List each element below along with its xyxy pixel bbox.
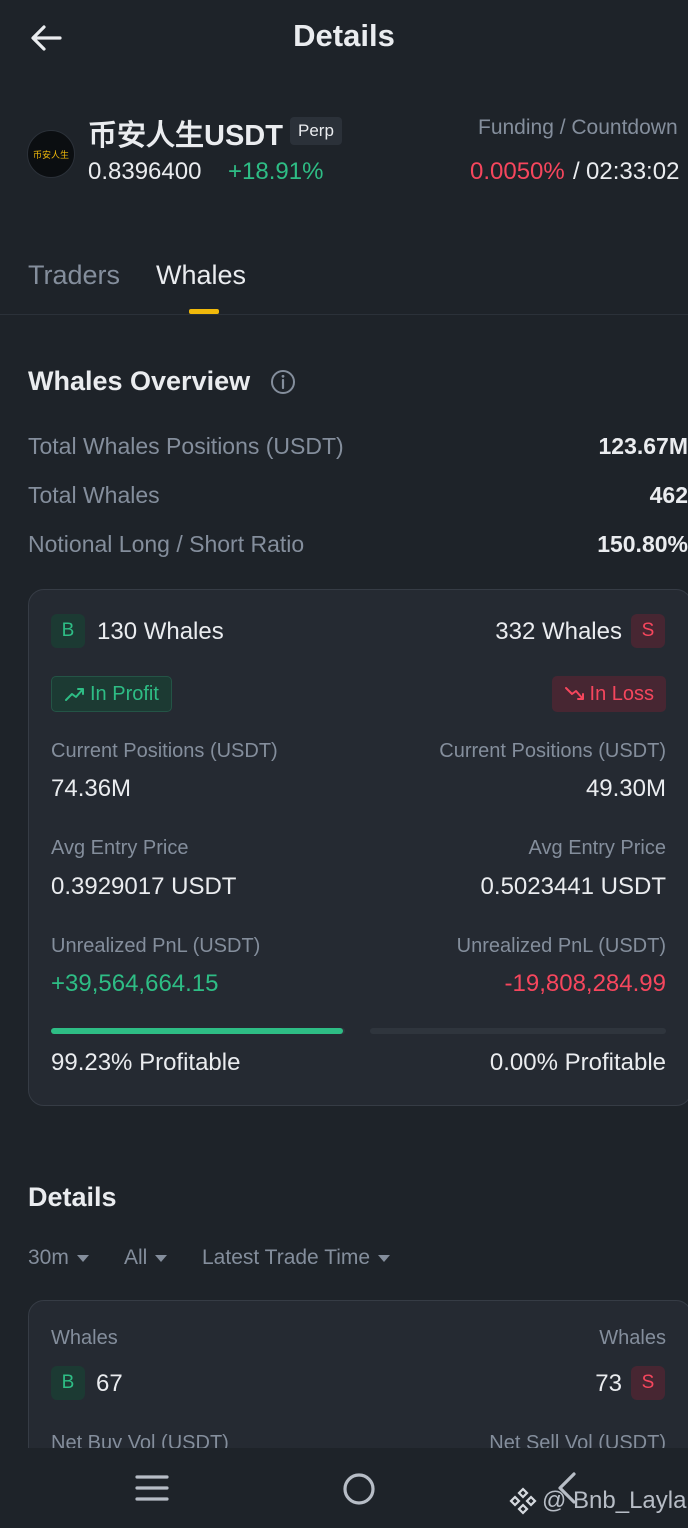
buy-badge: B — [51, 1366, 85, 1400]
timeframe-filter[interactable]: 30m — [28, 1246, 89, 1270]
in-profit-label: In Profit — [90, 682, 159, 705]
side-filter[interactable]: All — [124, 1246, 168, 1270]
tab-divider — [0, 314, 688, 315]
whales-label-left: Whales — [51, 1327, 118, 1349]
price-change: +18.91% — [228, 158, 324, 185]
timeframe-filter-label: 30m — [28, 1246, 69, 1269]
total-whales-label: Total Whales — [28, 482, 160, 508]
long-positions-value: 74.36M — [51, 775, 132, 802]
long-profit-bar — [51, 1028, 345, 1034]
funding-rate: 0.0050% — [470, 158, 565, 185]
tab-traders[interactable]: Traders — [28, 260, 120, 291]
short-profit-bar — [370, 1028, 666, 1034]
long-profit-bar-fill — [51, 1028, 343, 1034]
sort-filter[interactable]: Latest Trade Time — [202, 1246, 391, 1270]
details-title: Details — [28, 1182, 117, 1212]
long-whales-count: 130 Whales — [97, 618, 224, 645]
funding-separator: / — [573, 158, 580, 185]
tab-whales[interactable]: Whales — [156, 260, 246, 291]
binance-diamond-icon — [509, 1487, 537, 1515]
menu-icon[interactable] — [134, 1472, 170, 1504]
short-positions-label: Current Positions (USDT) — [439, 740, 666, 762]
short-profitable-text: 0.00% Profitable — [489, 1049, 666, 1076]
watermark: @ Bnb_Layla — [508, 1486, 686, 1516]
sell-badge: S — [631, 614, 665, 648]
chevron-down-icon — [76, 1254, 89, 1262]
long-entry-label: Avg Entry Price — [51, 837, 189, 859]
long-pnl-label: Unrealized PnL (USDT) — [51, 935, 261, 957]
whales-label-right: Whales — [599, 1327, 666, 1349]
total-positions-label: Total Whales Positions (USDT) — [28, 433, 344, 459]
total-positions-value: 123.67M — [598, 433, 688, 459]
whales-overview-title: Whales Overview — [28, 366, 251, 396]
sell-badge: S — [631, 1366, 665, 1400]
sort-filter-label: Latest Trade Time — [202, 1246, 371, 1269]
short-positions-value: 49.30M — [585, 775, 666, 802]
token-logo: 币安人生 — [27, 130, 75, 178]
home-circle-icon[interactable] — [340, 1470, 378, 1508]
chevron-down-icon — [155, 1254, 168, 1262]
long-positions-label: Current Positions (USDT) — [51, 740, 278, 762]
long-pnl-value: +39,564,664.15 — [51, 970, 219, 997]
trend-down-icon — [564, 687, 584, 700]
buy-whales-count: 67 — [96, 1370, 123, 1397]
chevron-down-icon — [378, 1254, 391, 1262]
long-short-ratio-label: Notional Long / Short Ratio — [28, 531, 305, 557]
in-loss-label: In Loss — [589, 682, 654, 705]
long-entry-value: 0.3929017 USDT — [51, 873, 237, 900]
funding-label: Funding / Countdown — [478, 116, 678, 139]
long-short-ratio-value: 150.80% — [597, 531, 688, 557]
side-filter-label: All — [124, 1246, 148, 1269]
short-whales-count: 332 Whales — [495, 618, 622, 645]
token-symbol[interactable]: 币安人生USDT — [88, 112, 283, 154]
in-loss-pill: In Loss — [551, 676, 666, 712]
info-icon[interactable] — [270, 369, 296, 395]
watermark-text: @ Bnb_Layla — [542, 1487, 687, 1514]
token-price: 0.8396400 — [88, 158, 202, 185]
total-whales-value: 462 — [649, 482, 688, 508]
funding-countdown: 02:33:02 — [586, 158, 680, 185]
sell-whales-count: 73 — [595, 1370, 622, 1397]
page-title: Details — [293, 18, 395, 53]
long-profitable-text: 99.23% Profitable — [51, 1049, 241, 1076]
perp-badge: Perp — [290, 117, 342, 145]
short-entry-value: 0.5023441 USDT — [480, 873, 666, 900]
short-pnl-value: -19,808,284.99 — [504, 970, 666, 997]
buy-badge: B — [51, 614, 85, 648]
short-pnl-label: Unrealized PnL (USDT) — [456, 935, 666, 957]
in-profit-pill: In Profit — [51, 676, 172, 712]
short-entry-label: Avg Entry Price — [528, 837, 666, 859]
trend-up-icon — [65, 688, 84, 701]
